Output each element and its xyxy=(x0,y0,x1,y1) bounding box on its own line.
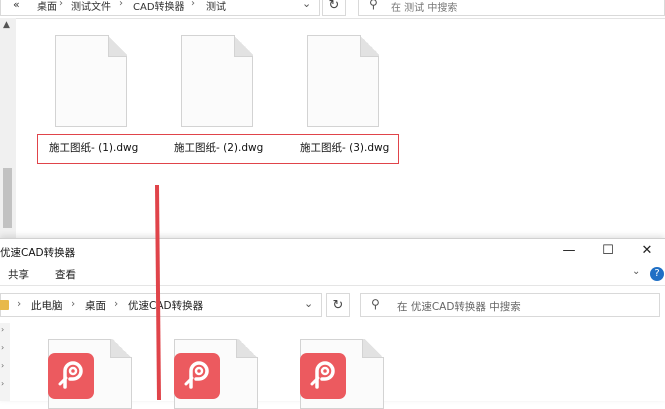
expand-icon[interactable]: › xyxy=(1,325,4,334)
chevron-down-icon[interactable]: ⌄ xyxy=(302,0,311,10)
expand-icon[interactable]: › xyxy=(1,361,4,370)
top-search-box[interactable]: ⚲ 在 测试 中搜索 xyxy=(358,0,665,16)
dwg-file-icon[interactable] xyxy=(55,35,127,127)
page-fold xyxy=(110,339,132,358)
breadcrumb-item[interactable]: 测试 xyxy=(206,0,226,13)
title-bar[interactable]: 优速CAD转换器 — ☐ ✕ xyxy=(0,239,665,263)
vertical-scrollbar[interactable]: ▲ xyxy=(0,18,16,240)
breadcrumb-item[interactable]: 桌面 xyxy=(37,0,57,13)
page-fold xyxy=(234,35,253,57)
expand-icon[interactable]: › xyxy=(1,379,4,388)
folder-icon xyxy=(0,300,9,310)
search-box[interactable]: ⚲ 在 优速CAD转换器 中搜索 xyxy=(360,293,660,317)
scroll-up-icon[interactable]: ▲ xyxy=(3,20,10,30)
page-fold xyxy=(362,339,384,358)
page-fold xyxy=(108,35,127,57)
breadcrumb-separator-icon: › xyxy=(59,0,63,9)
app-file-icon[interactable] xyxy=(174,339,258,409)
refresh-button[interactable]: ↻ xyxy=(326,293,350,317)
top-address-bar: « 桌面 › 测试文件 › CAD转换器 › 测试 ⌄ ↻ ⚲ 在 测试 中搜索 xyxy=(0,0,665,19)
page-fold xyxy=(360,35,379,57)
search-icon: ⚲ xyxy=(369,0,378,11)
breadcrumb-item[interactable]: 优速CAD转换器 xyxy=(128,298,203,313)
maximize-button[interactable]: ☐ xyxy=(590,239,626,263)
search-placeholder: 在 优速CAD转换器 中搜索 xyxy=(397,301,521,313)
breadcrumb-item[interactable]: CAD转换器 xyxy=(133,0,185,13)
chevron-down-icon[interactable]: ⌄ xyxy=(632,266,640,277)
file-name[interactable]: 施工图纸- (1).dwg xyxy=(49,140,138,155)
file-name[interactable]: 施工图纸- (3).dwg xyxy=(300,140,389,155)
window-title: 优速CAD转换器 xyxy=(0,247,76,259)
breadcrumb-separator-icon: › xyxy=(114,298,119,310)
app-file-icon[interactable] xyxy=(300,339,384,409)
close-button[interactable]: ✕ xyxy=(629,239,665,263)
breadcrumb-separator-icon: › xyxy=(191,0,195,9)
app-file-icon[interactable] xyxy=(48,339,132,409)
cad-app-icon xyxy=(48,353,94,399)
ribbon-tabs: 共享 查看 ⌄ ? xyxy=(0,263,665,286)
file-name[interactable]: 施工图纸- (2).dwg xyxy=(174,140,263,155)
breadcrumb-item[interactable]: 桌面 xyxy=(85,298,106,313)
tab-share[interactable]: 共享 xyxy=(8,267,29,282)
chevron-down-icon[interactable]: ⌄ xyxy=(304,297,313,310)
cad-app-icon xyxy=(174,353,220,399)
navigation-pane-edge[interactable]: › › › › xyxy=(0,323,10,401)
page-fold xyxy=(236,339,258,358)
cad-app-icon xyxy=(300,353,346,399)
navigation-bar: › 此电脑 › 桌面 › 优速CAD转换器 ⌄ ↻ ⚲ 在 优速CAD转换器 中… xyxy=(0,293,665,319)
dwg-file-icon[interactable] xyxy=(181,35,253,127)
expand-icon[interactable]: › xyxy=(1,343,4,352)
breadcrumb-item[interactable]: 此电脑 xyxy=(31,298,63,313)
minimize-button[interactable]: — xyxy=(551,239,587,263)
breadcrumb-separator-icon: › xyxy=(119,0,123,9)
refresh-button[interactable]: ↻ xyxy=(322,0,346,16)
address-bar[interactable]: › 此电脑 › 桌面 › 优速CAD转换器 ⌄ xyxy=(0,293,322,317)
breadcrumb-separator-icon: › xyxy=(71,298,76,310)
explorer-window: 优速CAD转换器 — ☐ ✕ 共享 查看 ⌄ ? › 此电脑 › 桌面 › 优速… xyxy=(0,238,665,409)
search-placeholder: 在 测试 中搜索 xyxy=(391,3,458,14)
dwg-file-icon[interactable] xyxy=(307,35,379,127)
breadcrumb-overflow-icon[interactable]: « xyxy=(13,0,20,11)
tab-view[interactable]: 查看 xyxy=(55,267,76,282)
scroll-thumb[interactable] xyxy=(3,168,12,228)
help-icon[interactable]: ? xyxy=(650,267,664,281)
top-breadcrumb[interactable]: « 桌面 › 测试文件 › CAD转换器 › 测试 ⌄ xyxy=(0,0,320,16)
search-icon: ⚲ xyxy=(371,297,380,311)
breadcrumb-item[interactable]: 测试文件 xyxy=(71,0,111,13)
breadcrumb-separator-icon: › xyxy=(17,298,22,310)
